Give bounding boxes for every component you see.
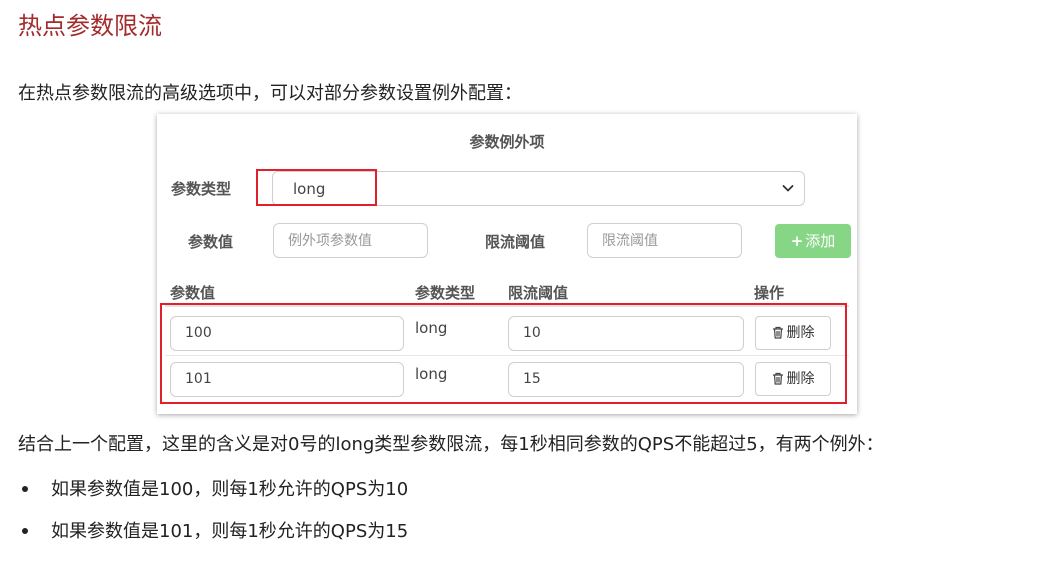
exception-rows-highlight-box [160,303,847,404]
intro-paragraph: 在热点参数限流的高级选项中，可以对部分参数设置例外配置： [18,83,522,104]
threshold-input[interactable] [587,223,742,258]
param-value-input[interactable] [273,223,428,258]
column-header-param-type: 参数类型 [415,284,476,302]
param-exception-panel: 参数例外项 参数类型 long 参数值 限流阈值 +添加 参数值 参数类型 限流… [157,114,857,414]
list-item: 如果参数值是100，则每1秒允许的QPS为10 [18,476,408,504]
add-button-label: 添加 [805,232,836,250]
list-item: 如果参数值是101，则每1秒允许的QPS为15 [18,518,408,546]
plus-icon: + [790,232,804,250]
param-type-highlight-box [256,169,377,206]
panel-title: 参数例外项 [469,133,545,151]
add-button[interactable]: + 添加 [775,224,851,258]
param-type-label: 参数类型 [171,180,232,198]
chevron-down-icon [782,185,794,192]
page-heading: 热点参数限流 [18,12,162,40]
summary-paragraph: 结合上一个配置，这里的含义是对0号的long类型参数限流，每1秒相同参数的QPS… [18,434,884,455]
list-item-text: 如果参数值是100，则每1秒允许的QPS为10 [51,479,409,500]
param-value-label: 参数值 [188,233,234,251]
column-header-action: 操作 [754,284,785,302]
list-item-text: 如果参数值是101，则每1秒允许的QPS为15 [51,521,409,542]
bullet-dot [22,485,28,492]
column-header-param-value: 参数值 [170,284,216,302]
threshold-label: 限流阈值 [485,233,546,251]
bullet-dot [22,527,28,534]
column-header-threshold: 限流阈值 [508,284,569,302]
